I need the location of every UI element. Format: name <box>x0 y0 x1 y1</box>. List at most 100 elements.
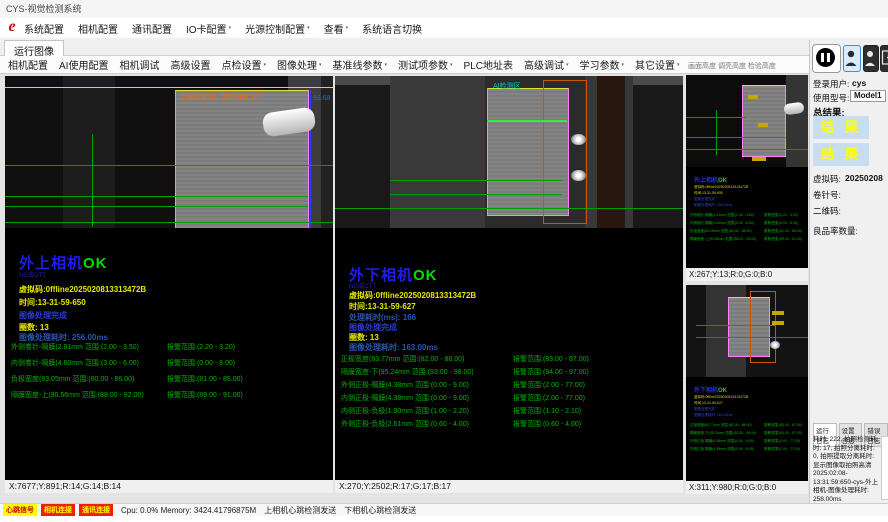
measurement-text: 隔膜宽度-下(95.24mm 范围:(93.00 - 98.00) <box>690 431 756 436</box>
tool-advanced-debug[interactable]: 高级调试▾ <box>524 57 569 72</box>
green-measure-line <box>335 208 683 209</box>
result-display-2: 结 果 <box>813 143 869 166</box>
ai-detect-box <box>750 291 776 363</box>
virtual-code-label: 虚拟码: <box>813 173 841 185</box>
machine-column <box>390 76 485 228</box>
exit-button[interactable] <box>880 45 888 72</box>
login-user-label: 登录用户: <box>813 78 849 90</box>
bottom-strip <box>0 516 888 522</box>
measurement-text: 外侧正极-负极(2.61mm 范围:(0.60 - 4.00) <box>341 419 469 429</box>
upper-camera-view-panel: 下限阈值:93, 动态阈值:100 93.68 外上相机OK NG或OTT 虚拟… <box>5 76 333 493</box>
tool-ai-usage-config[interactable]: AI使用配置 <box>59 57 108 72</box>
result-display-1: 结 果 <box>813 116 869 139</box>
measurement-text: 隔膜宽度-上(90.56mm 范围:(88.00 - 92.00) <box>11 390 144 400</box>
window-titlebar: CYS-视觉检测系统 <box>0 0 888 18</box>
machine-column <box>597 76 625 228</box>
tool-learning-params[interactable]: 学习参数▾ <box>579 57 624 72</box>
cpu-memory-text: Cpu: 0.0% Memory: 3424.41796875M <box>121 506 256 515</box>
status-bar: 心跳信号 相机连接 通讯连接 Cpu: 0.0% Memory: 3424.41… <box>0 503 888 516</box>
chevron-down-icon: ▾ <box>621 62 624 68</box>
pause-button[interactable] <box>812 44 841 73</box>
view-hint-label: 画面高度 调亮高度 检验高度 <box>688 61 776 71</box>
process-done-line: 图像处理完成 <box>19 310 67 321</box>
operator-button[interactable] <box>863 45 879 72</box>
tool-advanced-settings[interactable]: 高级设置 <box>170 57 210 72</box>
green-measure-line <box>696 337 808 338</box>
upper-camera-image[interactable]: 下限阈值:93, 动态阈值:100 93.68 <box>5 76 333 228</box>
measurement-text: 负极宽度(83.05mm 范围:(80.00 - 86.00) <box>11 374 134 384</box>
chevron-down-icon: ▾ <box>346 25 349 31</box>
login-user-button[interactable] <box>843 45 861 72</box>
measurement-row: 内侧正极-负极(1.90mm 范围:(1.00 - 2.20) 报警范围:(1.… <box>341 406 683 416</box>
measurement-row: 隔膜宽度-下(95.24mm 范围:(93.00 - 98.00) 报警范围:(… <box>341 367 683 377</box>
alarm-range-text: 报警范围:(89.00 - 91.00) <box>764 237 802 242</box>
tool-other-settings[interactable]: 其它设置▾ <box>635 57 680 72</box>
ng-sub-label: NG或OTT <box>19 270 46 279</box>
measurement-row: 外侧卷针-隔膜(2.91mm 范围:(2.00 - 3.50) 报警范围:(2.… <box>11 342 333 352</box>
user-badge-icon <box>844 46 858 69</box>
app-window: CYS-视觉检测系统 系统配置 相机配置 通讯配置 IO卡配置▾ 光源控制配置▾… <box>0 0 888 522</box>
menu-system-config[interactable]: 系统配置 <box>24 21 64 36</box>
tool-image-processing[interactable]: 图像处理▾ <box>277 57 322 72</box>
alarm-range-text: 报警范围:(2.20 - 3.20) <box>764 213 798 218</box>
reflection-glint <box>571 170 586 181</box>
menu-io-config[interactable]: IO卡配置▾ <box>186 21 231 36</box>
virtual-code-line: 虚拟码:0ffline2025020813313472B <box>19 284 146 295</box>
cursor-coordinates-bar: X:270;Y:2502;R:17;G:17;B:17 <box>335 480 683 493</box>
menu-camera-config[interactable]: 相机配置 <box>78 21 118 36</box>
tool-camera-debug[interactable]: 相机调试 <box>119 57 159 72</box>
process-done-line: 图像处理完成 <box>694 407 715 412</box>
measurement-text: 负极宽度(83.05mm 范围:(80.00 - 86.00) <box>690 229 752 234</box>
yield-count-label: 良品率数量: <box>813 225 858 237</box>
tool-spot-check[interactable]: 点检设置▾ <box>221 57 266 72</box>
result-ok-label: OK <box>83 255 108 272</box>
tool-plc-address-table[interactable]: PLC地址表 <box>464 57 513 72</box>
alarm-range-text: 报警范围:(2.20 - 3.20) <box>167 342 235 352</box>
thumbnail-image[interactable] <box>686 285 808 377</box>
chevron-down-icon: ▾ <box>307 25 310 31</box>
yellow-reference-line <box>5 87 333 88</box>
thumbnail-image[interactable] <box>686 75 808 167</box>
log-scrollbar[interactable] <box>881 436 888 500</box>
menu-comm-config[interactable]: 通讯配置 <box>132 21 172 36</box>
heartbeat-status-badge: 心跳信号 <box>3 504 37 516</box>
login-user-value: cys <box>852 78 866 88</box>
chevron-down-icon: ▾ <box>566 62 569 68</box>
camera-connection-badge: 相机连接 <box>41 504 75 516</box>
measurement-text: 内侧正极-隔膜(4.38mm 范围:(0.00 - 9.00) <box>341 393 469 403</box>
tool-camera-config[interactable]: 相机配置 <box>8 57 48 72</box>
alarm-range-text: 报警范围:(2.00 - 77.00) <box>513 393 585 403</box>
tool-test-params[interactable]: 测试项参数▾ <box>398 57 453 72</box>
green-measure-line <box>686 137 786 138</box>
process-done-line: 图像处理完成 <box>694 197 715 202</box>
measurement-row: 内侧卷针-隔膜(4.60mm 范围:(3.00 - 6.00) 报警范围:(0.… <box>11 358 333 368</box>
machine-column <box>786 75 808 167</box>
menu-language-switch[interactable]: 系统语言切换 <box>362 21 422 36</box>
app-logo-icon: e <box>4 19 20 35</box>
winding-pin-label: 卷针号: <box>813 189 841 201</box>
time-line: 时间:13-31-59-650 <box>19 297 86 308</box>
tab-strip: 运行图像 <box>0 38 888 56</box>
alarm-range-text: 报警范围:(81.00 - 85.00) <box>764 229 802 234</box>
alarm-range-text: 报警范围:(83.00 - 87.00) <box>513 354 589 364</box>
green-measure-line <box>696 325 776 326</box>
cursor-coordinates-bar: X:7677;Y:891;R:14;G:14;B:14 <box>5 480 333 493</box>
measurement-text: 正极宽度(83.77mm 范围:(82.00 - 88.00) <box>341 354 464 364</box>
alarm-range-text: 报警范围:(1.10 - 2.10) <box>513 406 581 416</box>
pause-icon <box>816 48 835 67</box>
yellow-marker <box>772 311 784 315</box>
camera-result-title: 外上相机OK <box>694 175 727 184</box>
lower-camera-image[interactable]: AI检测区 <box>335 76 683 228</box>
menu-view[interactable]: 查看▾ <box>324 21 349 36</box>
green-measure-line <box>716 110 717 155</box>
chevron-down-icon: ▾ <box>229 25 232 31</box>
model-select[interactable]: Model1 <box>850 90 886 102</box>
alarm-range-text: 报警范围:(89.00 - 91.00) <box>167 390 243 400</box>
tool-baseline-params[interactable]: 基准线参数▾ <box>332 57 387 72</box>
ai-detect-box <box>543 80 587 224</box>
time-line: 时间:13-31-59-650 <box>694 191 723 196</box>
blue-measure-value: 93.68 <box>313 95 331 102</box>
menu-light-config[interactable]: 光源控制配置▾ <box>245 21 310 36</box>
process-time-line: 图像处理耗时: 163.00ms <box>694 413 732 418</box>
measurement-text: 隔膜宽度-上(90.56mm 范围:(88.00 - 92.00) <box>690 237 756 242</box>
